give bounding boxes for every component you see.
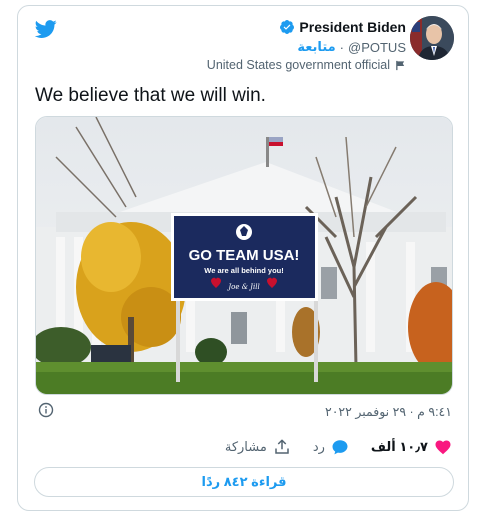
sign-subtitle: We are all behind you! — [204, 266, 283, 275]
account-label[interactable]: United States government official — [207, 58, 406, 72]
share-action[interactable]: مشاركة — [225, 438, 291, 456]
info-icon[interactable] — [38, 402, 54, 418]
share-label: مشاركة — [224, 439, 267, 454]
read-replies-button[interactable]: قراءة ٨٤٢ ردًا — [34, 467, 454, 497]
reply-bubble-icon — [332, 440, 348, 455]
reply-label: رد — [312, 439, 325, 454]
tweet-actions: ١٠٫٧ ألف رد مشاركة — [225, 438, 452, 456]
white-house-photo: GO TEAM USA! We are all behind you! Joe … — [36, 117, 452, 394]
tweet-text: We believe that we will win. — [35, 85, 266, 106]
share-icon — [275, 439, 289, 454]
sign-signature: Joe & Jill — [226, 283, 259, 291]
flag-icon — [396, 60, 405, 70]
reply-action[interactable]: رد — [313, 438, 349, 456]
author-handle-row: متابعة · @POTUS — [297, 39, 406, 55]
author-handle[interactable]: @POTUS — [348, 40, 406, 55]
tweet-timestamp[interactable]: ٩:٤١ م · ٢٩ نوفمبر ٢٠٢٢ — [325, 404, 452, 419]
like-action[interactable]: ١٠٫٧ ألف — [371, 438, 452, 456]
avatar[interactable] — [410, 16, 454, 60]
tweet-photo[interactable]: GO TEAM USA! We are all behind you! Joe … — [35, 116, 453, 395]
author-name-row[interactable]: President Biden — [279, 19, 406, 35]
tweet-embed-card: President Biden متابعة · @POTUS United S… — [17, 5, 469, 511]
like-count: ١٠٫٧ ألف — [370, 439, 428, 454]
verified-badge-icon — [280, 20, 295, 34]
account-label-text: United States government official — [206, 58, 390, 72]
heart-icon — [435, 440, 451, 455]
author-display-name[interactable]: President Biden — [299, 19, 406, 35]
sign-title: GO TEAM USA! — [189, 247, 300, 264]
follow-button[interactable]: متابعة — [297, 39, 335, 55]
separator-dot: · — [339, 39, 345, 55]
twitter-bird-icon[interactable] — [35, 18, 57, 40]
avatar-portrait — [410, 16, 454, 60]
